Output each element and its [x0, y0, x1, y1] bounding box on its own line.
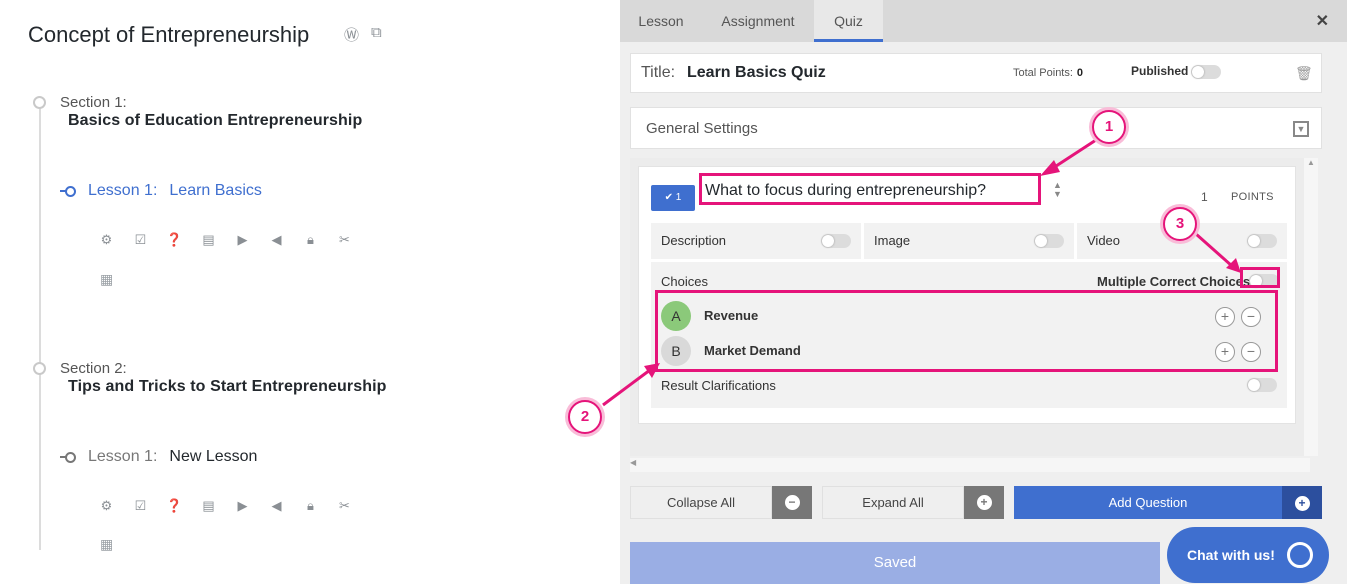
- action-bar: Collapse All − Expand All + Add Question…: [630, 486, 1322, 519]
- question-icon[interactable]: ❓: [166, 498, 183, 514]
- lesson-prefix: Lesson 1:: [88, 182, 158, 199]
- add-question-button[interactable]: Add Question: [1014, 486, 1282, 519]
- trash-icon[interactable]: 🗑︎: [1295, 65, 1313, 82]
- horizontal-scrollbar[interactable]: ◀: [630, 458, 1310, 472]
- title-label: Title:: [641, 64, 676, 81]
- annotation-marker-2: 2: [568, 400, 602, 434]
- result-clarifications-toggle[interactable]: [1247, 378, 1277, 392]
- question-icon[interactable]: ❓: [166, 232, 183, 248]
- lesson-name: Learn Basics: [169, 182, 262, 199]
- gear-icon[interactable]: ⚙: [98, 232, 115, 248]
- unlink-icon[interactable]: ✂: [336, 498, 353, 514]
- lesson-name: New Lesson: [169, 448, 258, 465]
- course-title: Concept of Entrepreneurship: [28, 22, 310, 47]
- title-icons: Ⓦ ⧉: [344, 24, 382, 45]
- section-name[interactable]: Tips and Tricks to Start Entrepreneurshi…: [68, 378, 387, 396]
- external-link-icon[interactable]: ⧉: [371, 24, 382, 45]
- total-points: Total Points: 0: [1013, 67, 1084, 79]
- lesson-tools: ⚙ ☑ ❓ ▤ ▶ ◀ 🔒︎ ✂: [98, 498, 353, 514]
- published-label: Published: [1131, 64, 1189, 78]
- option-label: Description: [661, 233, 727, 248]
- lock-icon[interactable]: 🔒︎: [302, 498, 319, 514]
- video-toggle[interactable]: [1247, 234, 1277, 248]
- chat-bubble-icon: [1287, 542, 1313, 568]
- vertical-scrollbar[interactable]: ▲: [1304, 158, 1318, 456]
- expand-icon[interactable]: ▼: [1293, 121, 1309, 137]
- section-dot: [33, 362, 46, 375]
- chat-widget[interactable]: Chat with us!: [1167, 527, 1329, 583]
- document-icon[interactable]: ▤: [200, 498, 217, 514]
- checklist-icon[interactable]: ☑: [132, 498, 149, 514]
- calendar-icon[interactable]: ▦: [100, 536, 113, 553]
- annotation-marker-1: 1: [1092, 110, 1126, 144]
- option-label: Video: [1087, 233, 1121, 248]
- play-icon[interactable]: ▶: [234, 498, 251, 514]
- option-description: Description: [651, 223, 861, 259]
- checklist-icon[interactable]: ☑: [132, 232, 149, 248]
- question-points-value[interactable]: 1: [1201, 190, 1208, 204]
- calendar-icon[interactable]: ▦: [100, 271, 113, 288]
- section-name[interactable]: Basics of Education Entrepreneurship: [68, 112, 362, 130]
- quiz-title-card: Title: Learn Basics Quiz Total Points: 0 …: [630, 53, 1322, 93]
- unlink-icon[interactable]: ✂: [336, 232, 353, 248]
- annotation-marker-3: 3: [1163, 207, 1197, 241]
- lesson-bullet-icon: [60, 452, 76, 463]
- option-image: Image: [864, 223, 1074, 259]
- play-icon[interactable]: ▶: [234, 232, 251, 248]
- saved-button[interactable]: Saved: [630, 542, 1160, 584]
- question-check-badge[interactable]: ✔ 1: [651, 185, 695, 211]
- gear-icon[interactable]: ⚙: [98, 498, 115, 514]
- section-dot: [33, 96, 46, 109]
- tab-quiz[interactable]: Quiz: [814, 0, 883, 42]
- add-question-icon-button[interactable]: +: [1282, 486, 1322, 519]
- annotation-box-1: [699, 173, 1041, 205]
- lesson-item-new-lesson[interactable]: Lesson 1: New Lesson: [60, 448, 257, 466]
- description-toggle[interactable]: [821, 234, 851, 248]
- question-spinner-icon[interactable]: ▲ ▼: [1053, 181, 1062, 199]
- collapse-all-icon-button[interactable]: −: [772, 486, 812, 519]
- plus-icon: +: [976, 495, 992, 510]
- lock-icon[interactable]: 🔒︎: [302, 232, 319, 248]
- general-settings-label: General Settings: [646, 120, 758, 137]
- option-label: Image: [874, 233, 911, 248]
- lesson-tools: ⚙ ☑ ❓ ▤ ▶ ◀ 🔒︎ ✂: [98, 232, 353, 248]
- chat-label: Chat with us!: [1187, 547, 1275, 563]
- quiz-title-field[interactable]: Learn Basics Quiz: [687, 64, 826, 82]
- audio-icon[interactable]: ◀: [268, 232, 285, 248]
- expand-all-button[interactable]: Expand All: [822, 486, 964, 519]
- plus-icon: +: [1294, 496, 1310, 511]
- question-points-label: POINTS: [1231, 191, 1274, 203]
- course-outline-panel: Concept of Entrepreneurship Ⓦ ⧉ Section …: [0, 0, 620, 584]
- annotation-box-2: [655, 290, 1278, 372]
- collapse-all-button[interactable]: Collapse All: [630, 486, 772, 519]
- expand-all-icon-button[interactable]: +: [964, 486, 1004, 519]
- general-settings-card[interactable]: General Settings ▼: [630, 107, 1322, 149]
- lesson-prefix: Lesson 1:: [88, 448, 158, 465]
- wordpress-icon[interactable]: Ⓦ: [344, 24, 359, 45]
- choices-label: Choices: [661, 274, 708, 289]
- published-toggle[interactable]: [1191, 65, 1221, 79]
- audio-icon[interactable]: ◀: [268, 498, 285, 514]
- result-clarifications-label: Result Clarifications: [661, 378, 776, 393]
- section-label: Section 2:: [60, 360, 127, 377]
- multiple-correct-label: Multiple Correct Choices: [1097, 274, 1251, 289]
- tab-assignment[interactable]: Assignment: [702, 0, 814, 42]
- close-icon[interactable]: ✕: [1316, 11, 1329, 31]
- timeline-line: [39, 106, 41, 550]
- section-label: Section 1:: [60, 94, 127, 111]
- lesson-bullet-icon: [60, 186, 76, 197]
- document-icon[interactable]: ▤: [200, 232, 217, 248]
- minus-icon: −: [784, 495, 800, 510]
- image-toggle[interactable]: [1034, 234, 1064, 248]
- lesson-item-learn-basics[interactable]: Lesson 1: Learn Basics: [60, 182, 262, 200]
- annotation-box-3: [1240, 267, 1280, 288]
- tab-lesson[interactable]: Lesson: [620, 0, 702, 42]
- tab-bar: Lesson Assignment Quiz ✕: [620, 0, 1347, 42]
